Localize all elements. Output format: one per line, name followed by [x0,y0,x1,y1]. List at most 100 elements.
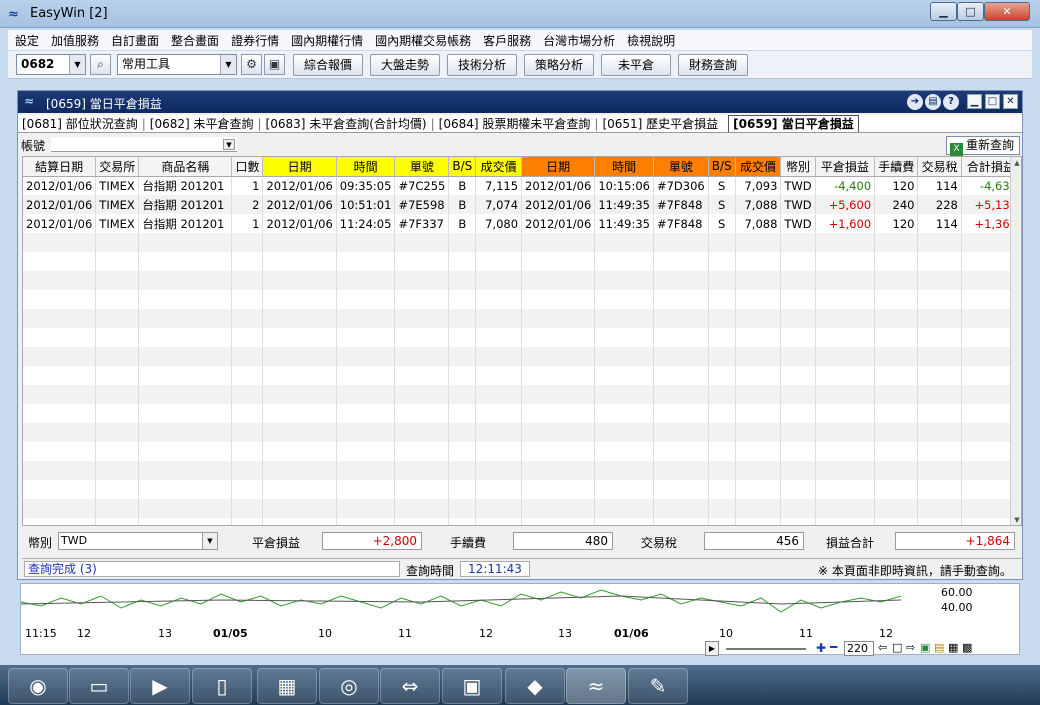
chevron-down-icon[interactable]: ▼ [69,55,85,74]
tab-0682[interactable]: [0682] 未平倉查詢 [146,116,258,132]
quote-button[interactable]: 綜合報價 [293,54,363,76]
table-row[interactable] [23,328,1021,347]
table-row[interactable] [23,347,1021,366]
table-row[interactable] [23,423,1021,442]
table-row[interactable] [23,461,1021,480]
zoom-slider[interactable] [726,648,806,650]
minimize-button[interactable]: ▁ [930,2,957,21]
header-exchange[interactable]: 交易所 [95,157,140,177]
table-row[interactable] [23,290,1021,309]
print-icon[interactable]: ▤ [925,94,941,110]
menu-integrated-screen[interactable]: 整合畫面 [171,30,219,51]
calculator-icon[interactable]: ▦ [257,668,317,704]
header-close-date[interactable]: 日期 [521,157,596,177]
header-open-price[interactable]: 成交價 [475,157,523,177]
market-trend-button[interactable]: 大盤走勢 [370,54,440,76]
chrome-icon[interactable]: ◎ [319,668,379,704]
table-row[interactable]: 2012/01/06 TIMEX 台指期 201201 1 2012/01/06 11:2… [23,214,1021,233]
menu-customer-service[interactable]: 客戶服務 [483,30,531,51]
tab-0681[interactable]: [0681] 部位狀況查詢 [18,116,142,132]
menu-view-help[interactable]: 檢視說明 [627,30,675,51]
paint-icon[interactable]: ✎ [628,668,688,704]
menu-domestic-futures-quotes[interactable]: 國內期權行情 [291,30,363,51]
header-close-bs[interactable]: B/S [708,157,736,177]
refresh-button[interactable]: X 重新查詢 [946,136,1020,156]
menu-taiwan-market-analysis[interactable]: 台灣市場分析 [543,30,615,51]
tab-0651[interactable]: [0651] 歷史平倉損益 [598,116,722,132]
tools-combo[interactable]: 常用工具 ▼ [117,54,237,75]
table-row[interactable]: 2012/01/06 TIMEX 台指期 201201 2 2012/01/06 10:5… [23,195,1021,214]
office-icon[interactable]: ◆ [505,668,565,704]
square-icon[interactable]: □ [892,641,902,654]
inner-title-bar[interactable]: ≈ [0659] 當日平倉損益 ➔ ▤ ? ▁ □ ✕ [18,91,1022,113]
chevron-down-icon[interactable]: ▼ [202,533,217,549]
tab-0683[interactable]: [0683] 未平倉查詢(合計均價) [262,116,431,132]
title-bar[interactable]: ≈ EasyWin [2] ▁ □ ✕ [0,0,1040,28]
menu-securities-quotes[interactable]: 證券行情 [231,30,279,51]
table-row[interactable] [23,404,1021,423]
open-position-button[interactable]: 未平倉 [601,54,671,76]
header-close-time[interactable]: 時間 [594,157,654,177]
export-icon[interactable]: ➔ [907,94,923,110]
chevron-down-icon[interactable]: ▼ [220,55,236,74]
menu-value-added[interactable]: 加值服務 [51,30,99,51]
explorer-icon[interactable]: ▭ [69,668,129,704]
image-icon[interactable]: ▩ [962,641,972,654]
table-row[interactable] [23,480,1021,499]
code-combo[interactable]: 0682 ▼ [16,54,86,75]
scroll-right-icon[interactable]: ▶ [705,641,719,656]
help-icon[interactable]: ? [943,94,959,110]
table-row[interactable] [23,499,1021,518]
maximize-button[interactable]: □ [957,2,984,21]
zoom-out-icon[interactable]: ━ [830,640,837,654]
header-close-pnl[interactable]: 平倉損益 [815,157,876,177]
technical-analysis-button[interactable]: 技術分析 [447,54,517,76]
strategy-analysis-button[interactable]: 策略分析 [524,54,594,76]
table-row[interactable] [23,233,1021,252]
header-open-time[interactable]: 時間 [336,157,396,177]
header-product[interactable]: 商品名稱 [138,157,233,177]
table-row[interactable]: 2012/01/06 TIMEX 台指期 201201 1 2012/01/06 09:3… [23,176,1021,195]
notepad-icon[interactable]: ▯ [192,668,252,704]
scroll-down-icon[interactable]: ▼ [1011,514,1021,525]
currency-combo[interactable]: TWD ▼ [58,532,218,550]
header-lots[interactable]: 口數 [231,157,264,177]
inner-maximize-icon[interactable]: □ [985,94,1000,109]
easywin-icon[interactable]: ≈ [566,668,626,704]
excel-icon[interactable]: ▣ [920,641,930,654]
header-close-price[interactable]: 成交價 [735,157,782,177]
menu-settings[interactable]: 設定 [15,30,39,51]
save-icon[interactable]: ▤ [934,641,944,654]
table-row[interactable] [23,252,1021,271]
new-window-icon[interactable]: ▣ [264,54,285,75]
vertical-scrollbar[interactable]: ▲ ▼ [1010,157,1021,525]
settings-icon[interactable]: ▦ [948,641,958,654]
header-tax[interactable]: 交易稅 [917,157,962,177]
header-open-order[interactable]: 單號 [394,157,450,177]
zoom-value[interactable]: 220 [844,641,874,656]
table-row[interactable] [23,271,1021,290]
table-row[interactable] [23,309,1021,328]
financial-query-button[interactable]: 財務查詢 [678,54,748,76]
table-row[interactable] [23,385,1021,404]
table-row[interactable] [23,442,1021,461]
menu-custom-screen[interactable]: 自訂畫面 [111,30,159,51]
header-currency[interactable]: 幣別 [780,157,816,177]
firefox-icon[interactable]: ◉ [8,668,68,704]
excel-icon[interactable]: X [950,143,963,156]
gear-icon[interactable]: ⚙ [241,54,262,75]
media-player-icon[interactable]: ▶ [130,668,190,704]
header-close-order[interactable]: 單號 [653,157,709,177]
header-open-date[interactable]: 日期 [262,157,337,177]
header-open-bs[interactable]: B/S [448,157,477,177]
remote-desktop-icon[interactable]: ▣ [442,668,502,704]
chevron-down-icon[interactable]: ▼ [223,139,235,150]
close-button[interactable]: ✕ [984,2,1030,21]
forward-icon[interactable]: ⇨ [906,641,915,654]
zoom-in-icon[interactable]: ✚ [816,641,826,655]
tab-0684[interactable]: [0684] 股票期權未平倉查詢 [435,116,595,132]
table-row[interactable] [23,518,1021,525]
search-icon[interactable]: ⌕ [90,54,111,75]
inner-minimize-icon[interactable]: ▁ [967,94,982,109]
inner-close-icon[interactable]: ✕ [1003,94,1018,109]
